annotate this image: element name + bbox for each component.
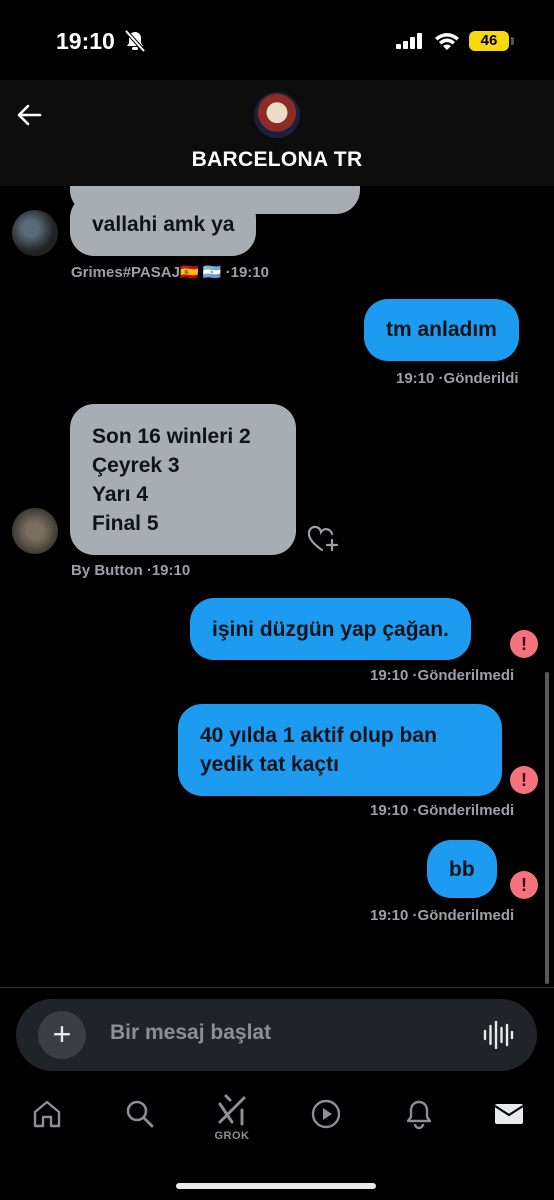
avatar[interactable] (12, 210, 58, 256)
message-line: Yarı 4 (92, 483, 149, 506)
message-bubble-outgoing[interactable]: 40 yılda 1 aktif olup ban yedik tat kaçt… (178, 704, 502, 796)
message-bubble-outgoing[interactable]: işini düzgün yap çağan. (190, 598, 471, 660)
error-icon[interactable]: ! (510, 630, 538, 658)
grok-icon[interactable] (216, 1092, 248, 1128)
message-text: işini düzgün yap çağan. (212, 618, 449, 641)
message-meta: 19:10 ·Gönderilmedi (370, 802, 515, 819)
message-line: yedik tat kaçtı (200, 753, 339, 776)
bell-icon[interactable] (403, 1098, 435, 1130)
back-arrow-icon[interactable] (14, 100, 44, 130)
message-bubble-incoming[interactable]: Son 16 winleri 2 Çeyrek 3 Yarı 4 Final 5 (70, 404, 296, 555)
heart-plus-icon[interactable] (306, 524, 342, 554)
message-meta: 19:10 ·Gönderildi (396, 370, 519, 387)
message-composer[interactable]: + Bir mesaj başlat (16, 999, 537, 1071)
message-meta: Grimes#PASAJ🇪🇸 🇦🇷 ·19:10 (71, 264, 269, 281)
error-icon[interactable]: ! (510, 766, 538, 794)
message-input[interactable]: Bir mesaj başlat (110, 1021, 271, 1045)
tab-grok-label: GROK (214, 1130, 250, 1142)
message-line: Son 16 winleri 2 (92, 425, 251, 448)
play-icon[interactable] (310, 1098, 342, 1130)
group-avatar[interactable] (254, 92, 300, 138)
battery-icon: 46 (469, 31, 509, 51)
bottom-tab-bar: GROK (0, 1088, 554, 1158)
page-title[interactable]: BARCELONA TR (0, 148, 554, 172)
conversation-header: BARCELONA TR (0, 80, 554, 186)
message-bubble-outgoing[interactable]: bb (427, 840, 497, 898)
wifi-icon (435, 33, 459, 50)
message-text: bb (449, 858, 475, 881)
scrollbar[interactable] (545, 672, 549, 984)
mail-icon[interactable] (493, 1098, 525, 1130)
search-icon[interactable] (124, 1098, 156, 1130)
divider (0, 987, 554, 988)
message-text: vallahi amk ya (92, 213, 235, 236)
avatar[interactable] (12, 508, 58, 554)
error-icon[interactable]: ! (510, 871, 538, 899)
home-indicator[interactable] (176, 1183, 376, 1189)
message-bubble-outgoing[interactable]: tm anladım (364, 299, 519, 361)
status-bar: 19:10 46 (0, 0, 554, 80)
message-line: Final 5 (92, 512, 159, 535)
battery-cap (511, 37, 514, 45)
message-line: Çeyrek 3 (92, 454, 180, 477)
message-meta: By Button ·19:10 (71, 562, 191, 579)
message-meta: 19:10 ·Gönderilmedi (370, 907, 515, 924)
bell-slash-icon (124, 29, 146, 53)
message-bubble-incoming[interactable]: vallahi amk ya (70, 194, 257, 256)
voice-wave-icon[interactable] (482, 1019, 514, 1051)
home-icon[interactable] (31, 1098, 63, 1130)
status-time: 19:10 (56, 28, 115, 54)
message-meta: 19:10 ·Gönderilmedi (370, 667, 515, 684)
message-text: tm anladım (386, 318, 497, 341)
signal-icon (396, 33, 422, 49)
add-attachment-button[interactable]: + (38, 1011, 86, 1059)
message-line: 40 yılda 1 aktif olup ban (200, 724, 437, 747)
